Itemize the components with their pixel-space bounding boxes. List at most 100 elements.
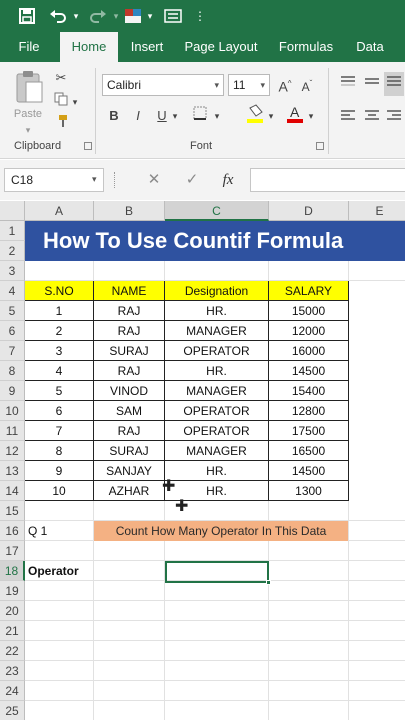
cell-name[interactable]: SANJAY [94, 461, 165, 481]
cell-salary[interactable]: 16000 [269, 341, 349, 361]
cell-name[interactable]: RAJ [94, 361, 165, 381]
cell-name[interactable]: VINOD [94, 381, 165, 401]
tab-formulas[interactable]: Formulas [274, 32, 338, 62]
underline-dropdown-icon[interactable]: ▾ [170, 106, 180, 126]
fill-handle[interactable] [266, 580, 271, 585]
tab-data[interactable]: Data [350, 32, 390, 62]
row-header-14[interactable]: 14 [0, 481, 25, 501]
question-text[interactable]: Count How Many Operator In This Data [94, 521, 348, 541]
insert-function-icon[interactable]: fx [216, 168, 240, 192]
cell-sno[interactable]: 6 [25, 401, 94, 421]
align-top-icon[interactable] [338, 74, 358, 94]
font-color-icon[interactable]: A [284, 104, 306, 130]
cell-name[interactable]: RAJ [94, 321, 165, 341]
cell-sno[interactable]: 7 [25, 421, 94, 441]
align-middle-icon[interactable] [362, 74, 382, 94]
font-size-box[interactable]: 11 ▾ [228, 74, 270, 96]
cell-designation[interactable]: OPERATOR [165, 421, 269, 441]
fill-color-dropdown-icon[interactable]: ▾ [266, 106, 276, 126]
header-salary[interactable]: SALARY [269, 281, 349, 301]
cell-name[interactable]: RAJ [94, 421, 165, 441]
row-header-4[interactable]: 4 [0, 281, 25, 301]
formula-input[interactable] [250, 168, 405, 192]
question-label[interactable]: Q 1 [28, 521, 47, 541]
row-header-12[interactable]: 12 [0, 441, 25, 461]
row-header-9[interactable]: 9 [0, 381, 25, 401]
cell-sno[interactable]: 3 [25, 341, 94, 361]
column-header-a[interactable]: A [25, 201, 94, 221]
clipboard-launcher-icon[interactable] [84, 142, 92, 150]
operator-label[interactable]: Operator [28, 561, 79, 581]
tab-file[interactable]: File [10, 32, 48, 62]
cell-designation[interactable]: OPERATOR [165, 341, 269, 361]
cell-designation[interactable]: HR. [165, 301, 269, 321]
cell-designation[interactable]: MANAGER [165, 441, 269, 461]
copy-dropdown-icon[interactable]: ▾ [70, 92, 80, 112]
cell-salary[interactable]: 17500 [269, 421, 349, 441]
underline-button[interactable]: U [154, 106, 170, 126]
copy-icon[interactable] [52, 92, 70, 112]
align-right-icon[interactable] [384, 108, 404, 128]
row-header-11[interactable]: 11 [0, 421, 25, 441]
row-header-17[interactable]: 17 [0, 541, 25, 561]
cell-sno[interactable]: 10 [25, 481, 94, 501]
undo-dropdown-icon[interactable]: ▾ [70, 4, 82, 28]
column-header-b[interactable]: B [94, 201, 165, 221]
enter-icon[interactable]: ✓ [180, 168, 204, 192]
borders-dropdown-icon[interactable]: ▾ [212, 106, 222, 126]
cell-name[interactable]: SURAJ [94, 441, 165, 461]
font-size-dropdown-icon[interactable]: ▾ [260, 75, 265, 95]
format-painter-icon[interactable] [52, 114, 70, 134]
tab-home[interactable]: Home [60, 32, 118, 62]
fill-color-icon[interactable] [244, 104, 266, 130]
row-header-16[interactable]: 16 [0, 521, 25, 541]
column-header-d[interactable]: D [269, 201, 349, 221]
row-header-19[interactable]: 19 [0, 581, 25, 601]
worksheet-grid[interactable]: A B C D E 1 2 3 4 5 6 7 8 9 10 11 12 13 … [0, 201, 405, 720]
formula-bar-grip[interactable] [114, 172, 116, 188]
header-name[interactable]: NAME [94, 281, 165, 301]
cell-name[interactable]: AZHAR [94, 481, 165, 501]
cancel-icon[interactable]: ✕ [142, 168, 166, 192]
paste-dropdown-icon[interactable]: ▾ [18, 120, 38, 140]
tab-insert[interactable]: Insert [124, 32, 170, 62]
theme-dropdown-icon[interactable]: ▾ [144, 4, 156, 28]
cell-sno[interactable]: 8 [25, 441, 94, 461]
cell-salary[interactable]: 14500 [269, 461, 349, 481]
cell-salary[interactable]: 1300 [269, 481, 349, 501]
active-cell-c18[interactable] [165, 561, 269, 583]
column-header-c[interactable]: C [165, 201, 269, 221]
cell-name[interactable]: SURAJ [94, 341, 165, 361]
cell-salary[interactable]: 15000 [269, 301, 349, 321]
sheet-title[interactable]: How To Use Countif Formula [25, 221, 405, 261]
font-name-dropdown-icon[interactable]: ▾ [214, 75, 219, 95]
cell-designation[interactable]: MANAGER [165, 321, 269, 341]
font-color-dropdown-icon[interactable]: ▾ [306, 106, 316, 126]
name-box[interactable]: C18 [4, 168, 104, 192]
row-header-13[interactable]: 13 [0, 461, 25, 481]
customize-qat-icon[interactable]: ⋮ [192, 4, 208, 28]
align-left-icon[interactable] [338, 108, 358, 128]
align-bottom-icon[interactable] [384, 72, 404, 96]
save-icon[interactable] [14, 4, 40, 28]
italic-button[interactable]: I [130, 106, 146, 126]
cell-sno[interactable]: 5 [25, 381, 94, 401]
borders-icon[interactable] [190, 106, 210, 126]
header-designation[interactable]: Designation [165, 281, 269, 301]
select-all-corner[interactable] [0, 201, 25, 221]
row-header-20[interactable]: 20 [0, 601, 25, 621]
tab-page-layout[interactable]: Page Layout [182, 32, 260, 62]
align-center-icon[interactable] [362, 108, 382, 128]
cell-salary[interactable]: 15400 [269, 381, 349, 401]
cell-salary[interactable]: 16500 [269, 441, 349, 461]
row-header-22[interactable]: 22 [0, 641, 25, 661]
row-header-21[interactable]: 21 [0, 621, 25, 641]
grow-font-icon[interactable]: A^ [276, 74, 294, 97]
paste-icon[interactable] [14, 70, 44, 106]
cell-name[interactable]: SAM [94, 401, 165, 421]
row-header-1[interactable]: 1 [0, 221, 25, 241]
row-header-7[interactable]: 7 [0, 341, 25, 361]
cell-salary[interactable]: 14500 [269, 361, 349, 381]
name-box-dropdown-icon[interactable]: ▾ [92, 174, 97, 185]
row-header-25[interactable]: 25 [0, 701, 25, 720]
